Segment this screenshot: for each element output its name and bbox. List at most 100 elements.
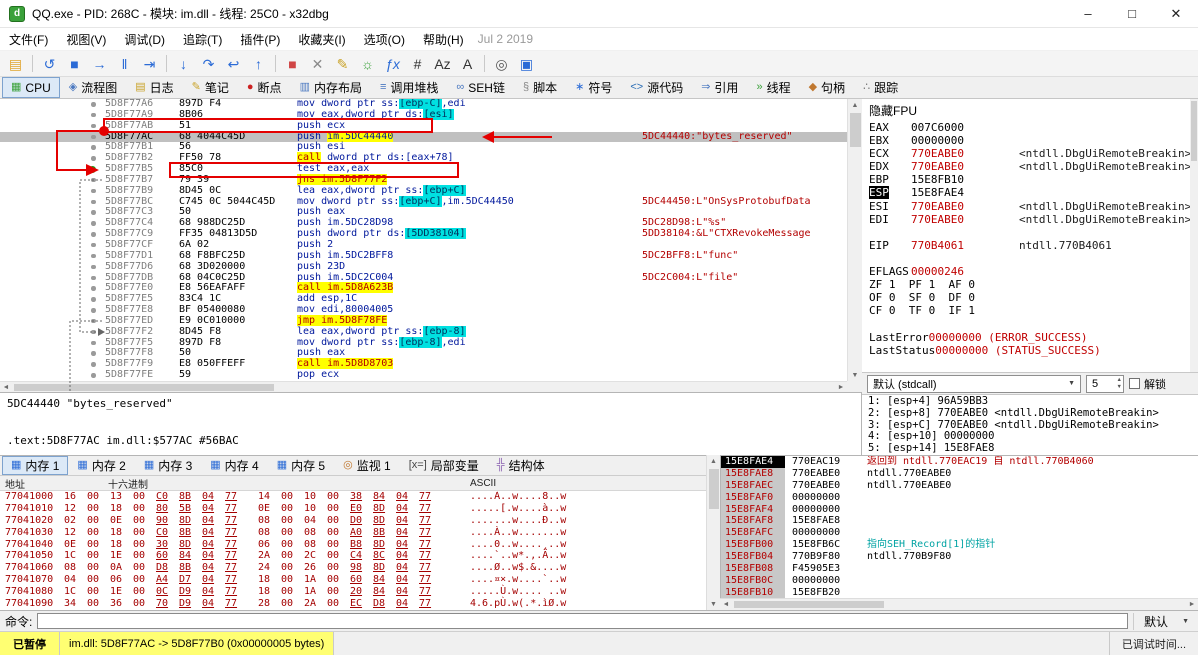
breakpoint-dot[interactable] (91, 329, 96, 335)
stack-row[interactable]: 15E8FAE4 770EAC19 返回到 ntdll.770EAC19 自 ntd… (721, 456, 1198, 468)
scroll-right-icon[interactable]: ► (835, 382, 847, 392)
run-to-user-code-button[interactable]: ⇥ (137, 53, 162, 75)
register-row[interactable]: EDX 770EABE0 <ntdll.DbgUiRemoteBreakin> (862, 160, 1198, 173)
register-row[interactable]: EIP 770B4061 ntdll.770B4061 (862, 239, 1198, 252)
breakpoint-dot[interactable] (91, 156, 96, 161)
open-file-button[interactable]: ▤ (3, 53, 28, 75)
breakpoint-dot[interactable] (91, 188, 96, 194)
step-over-button[interactable]: ↷ (196, 53, 221, 75)
stepper-arrows-icon[interactable]: ▲ ▼ (1117, 376, 1122, 392)
stop-button[interactable]: ■ (62, 53, 87, 75)
stack-row[interactable]: 15E8FAFC 00000000 (721, 527, 1198, 540)
calling-convention-select[interactable]: 默认 (stdcall) ▼ (867, 374, 1081, 393)
stack-arguments[interactable]: 1: [esp+4] 96A59BB3 2: [esp+8] 770EABE0 <… (862, 394, 1198, 455)
breakpoint-dot[interactable] (91, 253, 96, 259)
registers-scrollbar[interactable] (1190, 99, 1198, 372)
register-row[interactable]: OF 0 SF 0 DF 0 (862, 291, 1198, 304)
minimize-button[interactable]: – (1066, 0, 1110, 27)
registers-scroll-thumb[interactable] (1191, 101, 1197, 161)
stack-row[interactable]: 15E8FAF4 00000000 (721, 503, 1198, 516)
disasm-row[interactable]: 5D8F77F2 8D45 F8 lea eax,dword ptr ss:[ebp… (0, 325, 861, 338)
register-row[interactable]: EFLAGS 00000246 (862, 265, 1198, 278)
stack-argument-row[interactable]: 5: [esp+14] 15E8FAE8 (868, 442, 1198, 455)
tab-dump-2[interactable]: ▦ 内存 2 (68, 456, 134, 475)
scroll-left-icon[interactable]: ◄ (0, 382, 12, 392)
breakpoint-dot[interactable] (91, 210, 96, 215)
tab-call-stack[interactable]: ≡ 调用堆栈 (371, 77, 447, 98)
menu-item-收藏夹I[interactable]: 收藏夹(I) (289, 28, 354, 51)
register-row[interactable]: EBP 15E8FB10 (862, 173, 1198, 186)
tab-trace[interactable]: ∴ 跟踪 (854, 77, 907, 98)
register-row[interactable] (862, 357, 1198, 370)
disasm-vertical-scrollbar[interactable]: ▲ ▼ (847, 99, 862, 381)
tab-seh[interactable]: ∞ SEH链 (447, 77, 514, 98)
stack-row[interactable]: 15E8FAEC 770EABE0 ntdll.770EABE0 (721, 479, 1198, 492)
breakpoint-dot[interactable] (91, 264, 96, 270)
memory-dump-panel[interactable]: 77041000 16 00 13 00 C0 8B 04 77 14 00 10 00 38 84 04 77… (0, 491, 706, 610)
scroll-up-icon[interactable]: ▲ (848, 99, 862, 111)
step-into-button[interactable]: ↓ (171, 53, 196, 75)
comments-button[interactable]: ▣ (514, 53, 539, 75)
register-row[interactable]: ESP 15E8FAE4 (862, 186, 1198, 200)
register-row[interactable]: CF 0 TF 0 IF 1 (862, 304, 1198, 317)
scroll-left-icon[interactable]: ◄ (720, 599, 732, 610)
disasm-row[interactable]: 5D8F77AB 51 push ecx (0, 120, 861, 132)
dump-row[interactable]: 77041090 34 00 36 00 70 D9 04 77 28 00 2A 00 EC D8 04 77… (0, 598, 706, 610)
stack-row[interactable]: 15E8FAF0 00000000 (721, 491, 1198, 504)
register-row[interactable]: LastError 00000000 (ERROR_SUCCESS) (862, 331, 1198, 344)
breakpoint-dot[interactable] (91, 318, 96, 324)
breakpoint-dot[interactable] (91, 308, 96, 313)
dump-row[interactable]: 77041070 04 00 06 00 A4 D7 04 77 18 00 1A 00 60 84 04 77… (0, 574, 706, 586)
breakpoint-dot[interactable] (89, 166, 96, 174)
menu-item-帮助H[interactable]: 帮助(H) (414, 28, 473, 51)
register-row[interactable]: LastStatus 00000000 (STATUS_SUCCESS) (862, 344, 1198, 357)
pause-button[interactable]: ‖ (112, 53, 137, 75)
tab-dump-5[interactable]: ▦ 内存 5 (268, 456, 334, 475)
breakpoint-dot[interactable] (91, 199, 96, 205)
strings-button[interactable]: Az (430, 53, 455, 75)
stack-horizontal-scrollbar[interactable]: ◄ ► (720, 598, 1198, 610)
stack-row[interactable]: 15E8FB08 F45905E3 (721, 563, 1198, 575)
stack-row[interactable]: 15E8FB10 15E8FB20 (721, 586, 1198, 598)
register-row[interactable]: EBX 00000000 (862, 134, 1198, 147)
maximize-button[interactable]: □ (1110, 0, 1154, 27)
dump-row[interactable]: 77041080 1C 00 1E 00 0C D9 04 77 18 00 1A 00 20 84 04 77… (0, 586, 706, 598)
menu-item-选项O[interactable]: 选项(O) (355, 28, 414, 51)
tab-script[interactable]: § 脚本 (514, 77, 566, 98)
register-row[interactable]: ZF 1 PF 1 AF 0 (862, 278, 1198, 291)
stack-row[interactable]: 15E8FB04 770B9F80 ntdll.770B9F80 (721, 551, 1198, 564)
dump-row[interactable]: 77041020 02 00 0E 00 90 8D 04 77 08 00 04 00 D0 8D 04 77… (0, 515, 706, 527)
breakpoint-dot[interactable] (91, 275, 96, 280)
tab-graph[interactable]: ◈ 流程图 (60, 77, 126, 98)
breakpoint-dot[interactable] (91, 297, 96, 302)
tab-symbols[interactable]: ∗ 符号 (566, 77, 621, 98)
dump-vertical-scrollbar[interactable]: ▲ ▼ (706, 455, 720, 610)
scroll-down-icon[interactable]: ▼ (707, 598, 720, 610)
dump-row[interactable]: 77041010 12 00 18 00 80 5B 04 77 0E 00 10 00 E0 8D 04 77… (0, 503, 706, 515)
menu-item-插件P[interactable]: 插件(P) (231, 28, 289, 51)
font-button[interactable]: A (455, 53, 480, 75)
disasm-vscroll-thumb[interactable] (850, 113, 861, 147)
stack-row[interactable]: 15E8FB00 15E8FB6C 指向SEH_Record[1]的指针 (721, 539, 1198, 552)
tab-threads[interactable]: » 线程 (747, 77, 799, 98)
notes-button[interactable]: ✎ (330, 53, 355, 75)
argument-count-stepper[interactable]: 5 ▲ ▼ (1086, 374, 1124, 393)
breakpoint-dot[interactable] (91, 242, 96, 248)
dump-vscroll-thumb[interactable] (709, 469, 719, 509)
tab-dump-4[interactable]: ▦ 内存 4 (201, 456, 267, 475)
scroll-up-icon[interactable]: ▲ (707, 455, 720, 467)
register-row[interactable] (862, 317, 1198, 330)
tab-log[interactable]: ▤ 日志 (126, 77, 182, 98)
hide-fpu-button[interactable]: 隐藏FPU (862, 99, 1198, 121)
tab-cpu[interactable]: ▦ CPU (2, 77, 60, 98)
breakpoint-dot[interactable] (91, 232, 96, 237)
unlock-checkbox-group[interactable]: 解锁 (1129, 376, 1166, 392)
unlock-checkbox[interactable] (1129, 378, 1140, 389)
dump-row[interactable]: 77041060 08 00 0A 00 D8 8B 04 77 24 00 26 00 98 8D 04 77… (0, 562, 706, 574)
breakpoint-dot[interactable] (91, 221, 96, 226)
scroll-right-icon[interactable]: ► (1186, 599, 1198, 610)
breakpoint-dot[interactable] (91, 112, 96, 118)
tab-locals[interactable]: [x=] 局部变量 (400, 456, 488, 475)
tab-notes[interactable]: ✎ 笔记 (183, 77, 238, 98)
tab-references[interactable]: ⇒ 引用 (692, 77, 747, 98)
